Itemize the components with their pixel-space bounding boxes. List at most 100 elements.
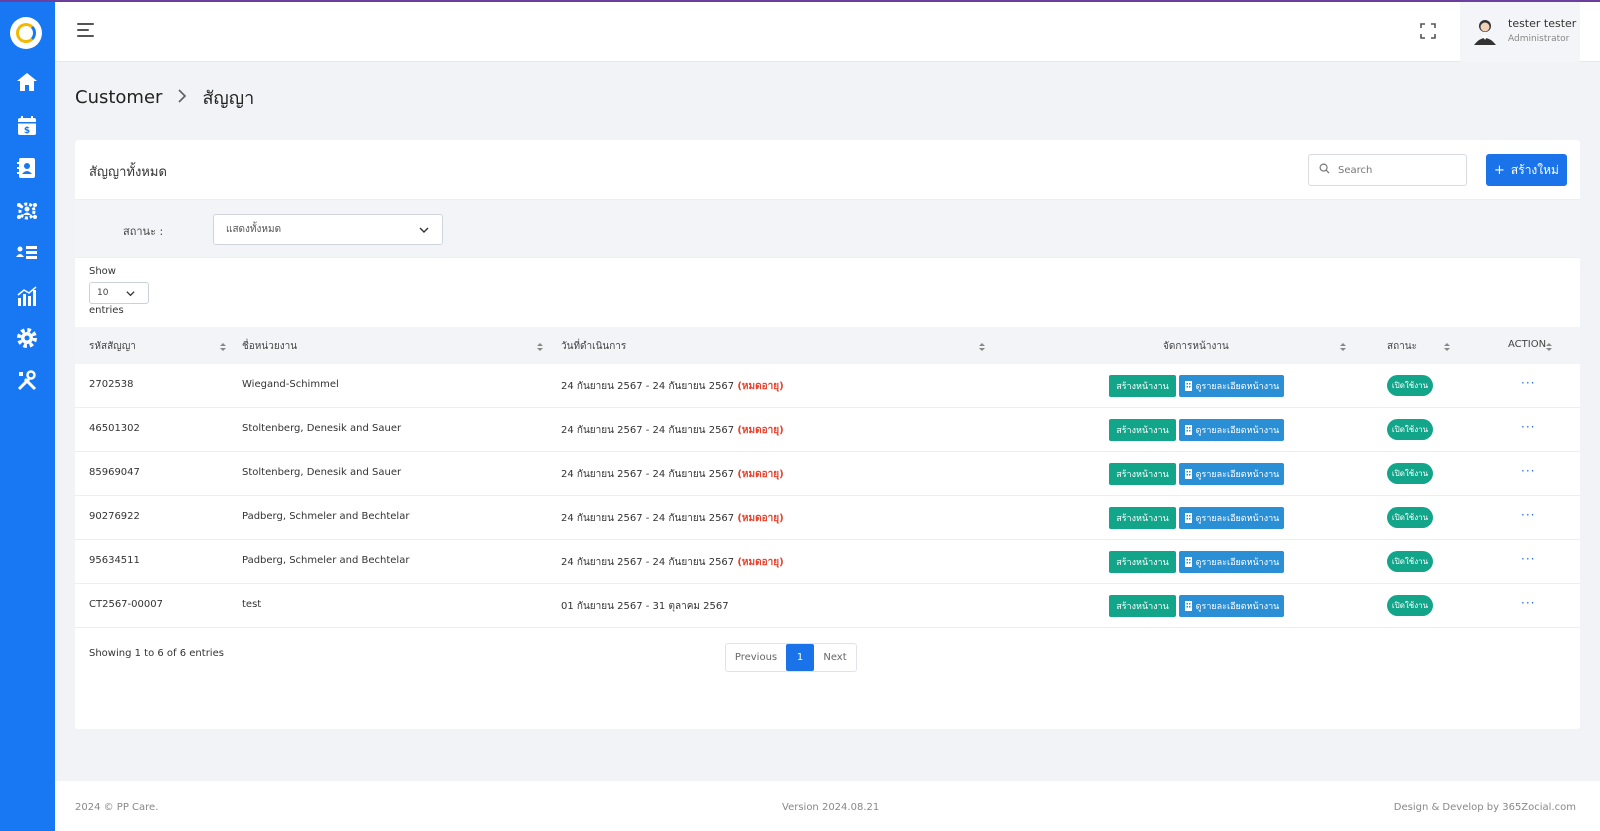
org-name: Stoltenberg, Denesik and Sauer xyxy=(242,467,402,478)
search-input[interactable] xyxy=(1338,164,1458,176)
table-row: CT2567-00007 test 01 กันยายน 2567 - 31 ต… xyxy=(75,584,1580,628)
footer-credit[interactable]: Design & Develop by 365Zocial.com xyxy=(1394,802,1576,813)
search-box[interactable] xyxy=(1308,154,1467,186)
view-job-button[interactable]: ดูรายละเอียดหน้างาน xyxy=(1179,463,1284,485)
breadcrumb-parent[interactable]: Customer xyxy=(75,87,162,108)
date-text: 01 กันยายน 2567 - 31 ตุลาคม 2567 xyxy=(561,601,729,612)
building-icon xyxy=(1184,425,1192,435)
page-length-select[interactable]: 10 xyxy=(89,282,149,304)
table-row: 85969047 Stoltenberg, Denesik and Sauer … xyxy=(75,452,1580,496)
sort-icon[interactable] xyxy=(979,342,985,352)
view-job-label: ดูรายละเอียดหน้างาน xyxy=(1195,426,1280,436)
action-menu-icon[interactable]: ··· xyxy=(1521,596,1535,610)
action-menu-icon[interactable]: ··· xyxy=(1521,552,1535,566)
action-menu-icon[interactable]: ··· xyxy=(1521,508,1535,522)
contact-book-icon[interactable] xyxy=(14,155,40,181)
svg-text:$: $ xyxy=(24,126,30,136)
column-header-code[interactable]: รหัสสัญญา xyxy=(89,339,136,354)
view-job-button[interactable]: ดูรายละเอียดหน้างาน xyxy=(1179,551,1284,573)
date-range: 01 กันยายน 2567 - 31 ตุลาคม 2567 xyxy=(561,599,729,614)
sort-icon[interactable] xyxy=(537,342,543,352)
sort-icon[interactable] xyxy=(1546,342,1552,352)
table-row: 46501302 Stoltenberg, Denesik and Sauer … xyxy=(75,408,1580,452)
building-icon xyxy=(1184,381,1192,391)
chevron-down-icon xyxy=(126,291,135,297)
bar-chart-icon[interactable] xyxy=(14,283,40,309)
create-new-button[interactable]: + สร้างใหม่ xyxy=(1486,154,1567,186)
page-title: สัญญา xyxy=(202,88,255,109)
create-job-button[interactable]: สร้างหน้างาน xyxy=(1109,595,1176,617)
contract-code: 46501302 xyxy=(89,423,140,434)
action-menu-icon[interactable]: ··· xyxy=(1521,376,1535,390)
footer-version: Version 2024.08.21 xyxy=(782,802,880,813)
search-icon xyxy=(1319,163,1330,177)
create-job-button[interactable]: สร้างหน้างาน xyxy=(1109,375,1176,397)
user-menu[interactable]: tester tester Administrator xyxy=(1460,2,1580,62)
sidebar: $ xyxy=(0,0,55,831)
settings-icon[interactable] xyxy=(14,325,40,351)
view-job-button[interactable]: ดูรายละเอียดหน้างาน xyxy=(1179,375,1284,397)
next-page-button[interactable]: Next xyxy=(814,644,856,671)
column-header-org[interactable]: ชื่อหน่วยงาน xyxy=(242,339,297,354)
tools-icon[interactable] xyxy=(14,368,40,394)
create-job-button[interactable]: สร้างหน้างาน xyxy=(1109,551,1176,573)
top-header: tester tester Administrator xyxy=(55,2,1600,62)
date-range: 24 กันยายน 2567 - 24 กันยายน 2567 (หมดอา… xyxy=(561,423,784,438)
view-job-button[interactable]: ดูรายละเอียดหน้างาน xyxy=(1179,595,1284,617)
status-filter-select[interactable]: แสดงทั้งหมด xyxy=(213,214,443,245)
status-filter-label: สถานะ : xyxy=(123,225,164,238)
expired-note: (หมดอายุ) xyxy=(737,381,784,392)
user-name: tester tester xyxy=(1508,17,1577,30)
expired-note: (หมดอายุ) xyxy=(737,513,784,524)
view-job-label: ดูรายละเอียดหน้างาน xyxy=(1195,514,1280,524)
create-new-label: สร้างใหม่ xyxy=(1510,162,1559,177)
expired-note: (หมดอายุ) xyxy=(737,557,784,568)
org-name: Padberg, Schmeler and Bechtelar xyxy=(242,511,410,522)
pagination: Previous 1 Next xyxy=(725,643,857,672)
sort-icon[interactable] xyxy=(220,342,226,352)
date-range: 24 กันยายน 2567 - 24 กันยายน 2567 (หมดอา… xyxy=(561,555,784,570)
previous-page-button[interactable]: Previous xyxy=(726,644,786,671)
view-job-label: ดูรายละเอียดหน้างาน xyxy=(1195,382,1280,392)
contract-code: 95634511 xyxy=(89,555,140,566)
user-list-icon[interactable] xyxy=(14,240,40,266)
org-name: Stoltenberg, Denesik and Sauer xyxy=(242,423,402,434)
column-header-date[interactable]: วันที่ดำเนินการ xyxy=(561,339,626,354)
org-name: Padberg, Schmeler and Bechtelar xyxy=(242,555,410,566)
app-logo[interactable] xyxy=(10,17,42,49)
date-range: 24 กันยายน 2567 - 24 กันยายน 2567 (หมดอา… xyxy=(561,511,784,526)
team-gear-icon[interactable] xyxy=(14,198,40,224)
status-badge: เปิดใช้งาน xyxy=(1387,551,1433,572)
action-menu-icon[interactable]: ··· xyxy=(1521,420,1535,434)
building-icon xyxy=(1184,557,1192,567)
org-name: test xyxy=(242,599,262,610)
expired-note: (หมดอายุ) xyxy=(737,469,784,480)
create-job-button[interactable]: สร้างหน้างาน xyxy=(1109,507,1176,529)
contract-code: CT2567-00007 xyxy=(89,599,163,610)
page-1-button[interactable]: 1 xyxy=(786,644,814,671)
column-header-action[interactable]: ACTION xyxy=(1508,339,1546,350)
date-text: 24 กันยายน 2567 - 24 กันยายน 2567 xyxy=(561,425,735,436)
calendar-dollar-icon[interactable]: $ xyxy=(14,113,40,139)
create-job-button[interactable]: สร้างหน้างาน xyxy=(1109,419,1176,441)
status-filter-value: แสดงทั้งหมด xyxy=(226,224,282,235)
sort-icon[interactable] xyxy=(1340,342,1346,352)
date-text: 24 กันยายน 2567 - 24 กันยายน 2567 xyxy=(561,557,735,568)
view-job-button[interactable]: ดูรายละเอียดหน้างาน xyxy=(1179,507,1284,529)
status-badge: เปิดใช้งาน xyxy=(1387,507,1433,528)
entries-label: entries xyxy=(89,305,124,316)
user-role: Administrator xyxy=(1508,34,1570,44)
create-job-button[interactable]: สร้างหน้างาน xyxy=(1109,463,1176,485)
action-menu-icon[interactable]: ··· xyxy=(1521,464,1535,478)
view-job-button[interactable]: ดูรายละเอียดหน้างาน xyxy=(1179,419,1284,441)
show-label: Show xyxy=(89,266,116,277)
column-header-status[interactable]: สถานะ xyxy=(1387,339,1417,354)
date-text: 24 กันยายน 2567 - 24 กันยายน 2567 xyxy=(561,469,735,480)
fullscreen-icon[interactable] xyxy=(1419,22,1437,40)
home-icon[interactable] xyxy=(14,69,40,95)
contract-code: 2702538 xyxy=(89,379,134,390)
sort-icon[interactable] xyxy=(1444,342,1450,352)
menu-toggle-icon[interactable] xyxy=(77,23,97,41)
column-header-manage[interactable]: จัดการหน้างาน xyxy=(1163,339,1229,354)
date-range: 24 กันยายน 2567 - 24 กันยายน 2567 (หมดอา… xyxy=(561,467,784,482)
